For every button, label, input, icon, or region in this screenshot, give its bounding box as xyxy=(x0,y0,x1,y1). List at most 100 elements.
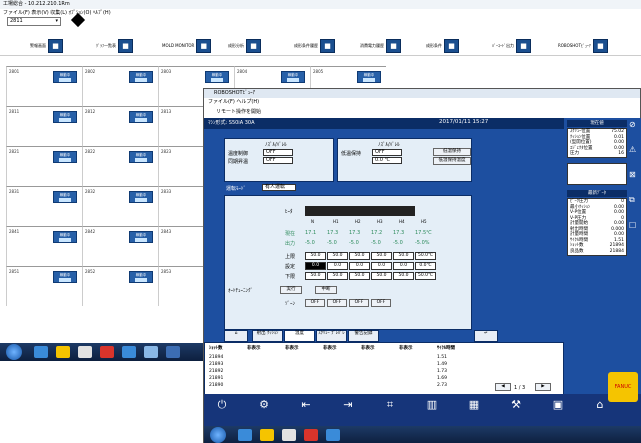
machine-cell[interactable]: 2811 稼動中 xyxy=(6,106,82,146)
tab-3[interactable]: 警告記録 xyxy=(348,330,379,342)
lower-temp-input[interactable]: 50.0 xyxy=(349,272,370,280)
machine-cell[interactable]: 2822 稼動中 xyxy=(82,146,158,186)
folder-icon[interactable] xyxy=(56,346,70,358)
toolbar-button[interactable]: ROBOSHOTﾋﾞｭｰｱ ■ xyxy=(558,38,608,53)
start-button[interactable] xyxy=(6,344,22,360)
low-temp-value[interactable]: OFF xyxy=(372,149,402,156)
eject-icon[interactable]: ⇥ xyxy=(336,396,360,414)
machine-cell[interactable]: 2801 稼動中 xyxy=(6,66,82,106)
machine-cell[interactable]: 2842 稼動中 xyxy=(82,226,158,266)
viewer-menu[interactable]: ファイル(F) ヘルプ(H) xyxy=(204,98,640,106)
machine-cell[interactable]: 2821 稼動中 xyxy=(6,146,82,186)
set-temp-input[interactable]: 0.0 xyxy=(305,262,326,270)
app-icon[interactable] xyxy=(166,346,180,358)
upper-temp-input[interactable]: 50.0 xyxy=(327,252,348,260)
temp-control-value[interactable]: OFF xyxy=(263,149,293,156)
machine-cell[interactable]: 2831 稼動中 xyxy=(6,186,82,226)
set-temp-input[interactable]: 0.0℃ xyxy=(415,262,436,270)
settings-icon[interactable]: ⊘ xyxy=(629,120,639,129)
app-icon[interactable] xyxy=(122,346,136,358)
app-icon[interactable] xyxy=(326,429,340,441)
toolbar-button[interactable]: 成形条件 ■ xyxy=(426,38,459,53)
monitor-icon[interactable]: ▣ xyxy=(546,396,570,414)
mold-icon[interactable]: ⌗ xyxy=(378,396,402,414)
toolbar-button[interactable]: MOLD MONITOR ■ xyxy=(162,38,212,53)
lower-temp-input[interactable]: 50.0 xyxy=(393,272,414,280)
heater-icon[interactable]: ▥ xyxy=(420,396,444,414)
explorer-icon[interactable] xyxy=(78,346,92,358)
upper-temp-input[interactable]: 50.0 xyxy=(305,252,326,260)
start-button[interactable] xyxy=(210,427,226,443)
warning-icon[interactable]: ⚠ xyxy=(629,145,639,154)
app-icon[interactable] xyxy=(304,429,318,441)
low-temp-setting-button[interactable]: 低温保持温度 xyxy=(433,157,471,165)
upper-temp-input[interactable]: 50.0℃ xyxy=(415,252,436,260)
zone-off-button[interactable]: OFF xyxy=(371,299,391,307)
cycle-time: 1.49 xyxy=(437,362,448,367)
tools-icon[interactable]: ⚒ xyxy=(504,396,528,414)
close-icon[interactable]: ⊠ xyxy=(629,170,639,179)
remote-operation-button[interactable]: リモート操作を開始 xyxy=(204,106,640,118)
current-value-key: 圧力 xyxy=(570,151,579,156)
window-icon[interactable]: ⧉ xyxy=(629,195,639,205)
folder-icon[interactable] xyxy=(260,429,274,441)
machine-cell[interactable]: 2812 稼動中 xyxy=(82,106,158,146)
execute-button[interactable]: 実行 xyxy=(280,286,302,294)
set-temp-input[interactable]: 0.0 xyxy=(327,262,348,270)
zone-off-button[interactable]: OFF xyxy=(349,299,369,307)
app-icon[interactable] xyxy=(144,346,158,358)
section-title: ﾉｽﾞﾙ/ﾊﾞﾚﾙ xyxy=(378,142,400,148)
low-temp-button[interactable]: 低温保持 xyxy=(433,148,471,156)
toolbar-button[interactable]: ｸﾞﾗﾌ一覧表 ■ xyxy=(96,38,133,53)
toolbar-button[interactable]: ﾊﾞｰｺｰﾄﾞ出力 ■ xyxy=(492,38,531,53)
inject-icon[interactable]: ⇤ xyxy=(294,396,318,414)
lower-temp-input[interactable]: 50.0 xyxy=(327,272,348,280)
toolbar-button[interactable]: 成形条件履歴 ■ xyxy=(294,38,335,53)
machine-cell[interactable]: 2852 稼動中 xyxy=(82,266,158,306)
lower-temp-input[interactable]: 50.0℃ xyxy=(415,272,436,280)
chevron-down-icon[interactable]: ▾ xyxy=(55,18,58,25)
app-icon[interactable] xyxy=(100,346,114,358)
set-temp-input[interactable]: 0.0 xyxy=(349,262,370,270)
lower-temp-input[interactable]: 50.0 xyxy=(305,272,326,280)
upper-temp-input[interactable]: 50.0 xyxy=(371,252,392,260)
page-prev-button[interactable]: ◀ xyxy=(495,383,511,391)
sync-heat-value[interactable]: OFF xyxy=(263,157,293,164)
tab-1[interactable]: 温度 xyxy=(284,330,315,342)
machine-cell[interactable]: 2841 稼動中 xyxy=(6,226,82,266)
toolbar-button[interactable]: 警報画面 ■ xyxy=(30,38,63,53)
zone-off-button[interactable]: OFF xyxy=(305,299,325,307)
machine-selector[interactable]: 2811 ▾ xyxy=(7,17,61,26)
explorer-icon[interactable] xyxy=(282,429,296,441)
tab-0[interactable]: 射出 ｸｯｼｮﾝ xyxy=(252,330,283,342)
lower-temp-input[interactable]: 50.0 xyxy=(371,272,392,280)
upper-temp-input[interactable]: 50.0 xyxy=(393,252,414,260)
status-indicator xyxy=(135,158,147,162)
set-temp-input[interactable]: 0.0 xyxy=(371,262,392,270)
latest-data-list: ﾋﾟｰｸ圧力 0 最小ｸｯｼｮﾝ 0.00 V-P位置 0.00 V-P圧力 0 計量開始 0.0… xyxy=(567,198,627,256)
machine-cell[interactable]: 2802 稼動中 xyxy=(82,66,158,106)
page-next-button[interactable]: ▶ xyxy=(535,383,551,391)
machine-cell[interactable]: 2851 稼動中 xyxy=(6,266,82,306)
toolbar-button[interactable]: 成形分析 ■ xyxy=(228,38,261,53)
phone-icon[interactable]: ☐ xyxy=(629,221,639,230)
run-mode-value[interactable]: 有人運転 xyxy=(262,184,296,191)
toolbar-button[interactable]: 消費電力履歴 ■ xyxy=(360,38,401,53)
zone-off-button[interactable]: OFF xyxy=(327,299,347,307)
machine-cell[interactable]: 2832 稼動中 xyxy=(82,186,158,226)
power-icon[interactable]: ⏻ xyxy=(210,396,234,414)
gear-icon[interactable]: ⚙ xyxy=(252,396,276,414)
chart-icon[interactable]: ▦ xyxy=(462,396,486,414)
tab-2[interactable]: ｽｸﾘｭｰ ﾌﾟﾚﾊﾟﾚ xyxy=(316,330,347,342)
set-temp-input[interactable]: 0.0 xyxy=(393,262,414,270)
return-tab[interactable]: ↵ xyxy=(474,330,498,342)
stop-button[interactable]: 中断 xyxy=(315,286,337,294)
upper-temp-input[interactable]: 50.0 xyxy=(349,252,370,260)
toolbar-label: ﾊﾞｰｺｰﾄﾞ出力 xyxy=(492,42,514,48)
back-window-menu[interactable]: ファイル(F) 表示(V) 収集(L) ｵﾌﾟｼｮﾝ(O) ﾍﾙﾌﾟ(H) xyxy=(0,9,200,17)
low-temp-temp[interactable]: 0.0 ℃ xyxy=(372,157,402,164)
ie-icon[interactable] xyxy=(34,346,48,358)
home-tab[interactable]: ⌂ xyxy=(224,330,248,342)
output-value: -5.0 xyxy=(393,240,403,246)
ie-icon[interactable] xyxy=(238,429,252,441)
